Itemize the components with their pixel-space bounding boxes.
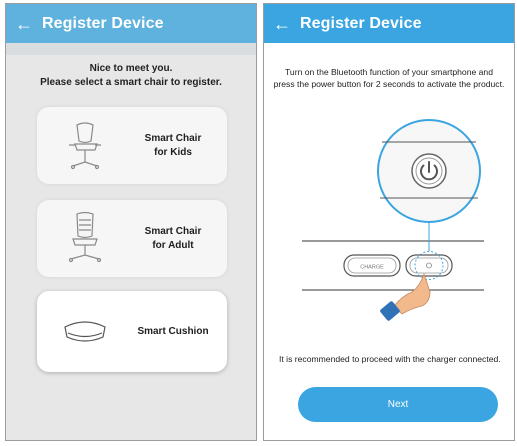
instruction-text: Turn on the Bluetooth function of your s… — [270, 66, 508, 90]
option-line-2: for Kids — [154, 146, 192, 158]
instruction-line-2: press the power button for 2 seconds to … — [273, 79, 505, 89]
back-button[interactable]: ← — [6, 15, 42, 33]
power-button-small — [405, 254, 453, 277]
option-line-1: Smart Chair — [144, 225, 202, 237]
page-title: Register Device — [42, 14, 164, 32]
select-device-screen: ← Register Device Nice to meet you. Plea… — [5, 3, 257, 441]
option-line-1: Smart Chair — [144, 132, 202, 144]
arrow-left-icon: ← — [15, 13, 33, 34]
next-button[interactable]: Next — [298, 387, 498, 422]
option-label: Smart Cushion — [137, 325, 209, 337]
option-label: Smart Chair for Kids — [125, 107, 221, 184]
adult-chair-icon — [68, 211, 102, 263]
page-title: Register Device — [300, 14, 422, 32]
charge-label: CHARGE — [360, 265, 384, 271]
instruction-line-1: Turn on the Bluetooth function of your s… — [285, 67, 493, 77]
arrow-left-icon: ← — [273, 13, 291, 34]
intro-text: Nice to meet you. Please select a smart … — [6, 62, 256, 90]
option-label: Smart Chair for Adult — [125, 200, 221, 277]
background-strip — [6, 43, 256, 55]
kids-chair-icon — [69, 122, 101, 170]
option-card-smart-cushion[interactable]: Smart Cushion — [37, 291, 227, 372]
back-button[interactable]: ← — [264, 15, 300, 33]
intro-line-1: Nice to meet you. — [89, 63, 173, 74]
activate-device-screen: ← Register Device Turn on the Bluetooth … — [263, 3, 515, 441]
option-card-adult-chair[interactable]: Smart Chair for Adult — [37, 200, 227, 277]
app-bar: ← Register Device — [6, 4, 256, 43]
pointing-hand-icon — [380, 272, 431, 321]
charge-indicator: CHARGE — [343, 254, 401, 277]
device-illustration: CHARGE — [302, 119, 484, 321]
option-card-kids-chair[interactable]: Smart Chair for Kids — [37, 107, 227, 184]
charger-note: It is recommended to proceed with the ch… — [279, 354, 501, 364]
option-line-2: for Adult — [152, 239, 194, 251]
app-bar: ← Register Device — [264, 4, 514, 43]
intro-line-2: Please select a smart chair to register. — [40, 77, 222, 88]
cushion-icon — [64, 321, 106, 342]
